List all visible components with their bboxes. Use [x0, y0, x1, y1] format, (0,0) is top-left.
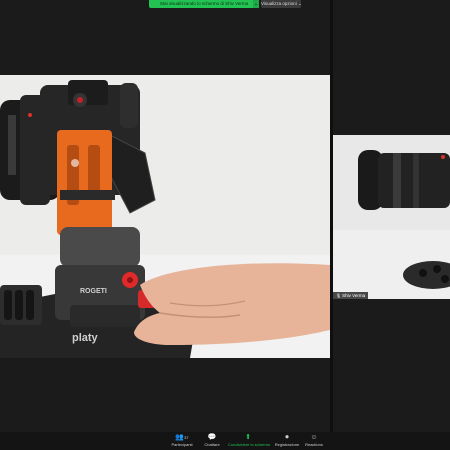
chat-label: Chattare: [204, 442, 220, 447]
reactions-label: Reactions: [305, 442, 323, 447]
share-screen-button[interactable]: ⬆ Condividere lo schermo: [228, 433, 271, 448]
participant-video-tile[interactable]: [333, 135, 450, 299]
mic-icon: 🎙: [336, 293, 342, 298]
rogeti-logo: ROGETI: [80, 288, 107, 295]
reactions-button[interactable]: ☺ Reactions: [294, 433, 334, 448]
participant-name-label: 🎙Shiv Verma: [333, 292, 369, 299]
main-video-feed: platy ROGETI: [0, 75, 330, 358]
participant-name: Shiv Verma: [342, 293, 366, 298]
chat-button[interactable]: 💬 Chattare: [192, 433, 232, 448]
view-options-button[interactable]: Visualizza opzioni ⌄: [261, 0, 302, 8]
share-screen-label: Condividere lo schermo: [228, 442, 271, 447]
share-screen-icon: ⬆: [245, 434, 251, 441]
screen-share-banner[interactable]: Stai visualizzando lo schermo di Shiv Ve…: [149, 0, 259, 8]
meeting-toolbar: 👥37 Partecipanti 💬 Chattare ⬆ Condivider…: [0, 432, 450, 450]
banner-chevron-icon[interactable]: ⌄: [253, 0, 259, 8]
camera-setup-image: platy ROGETI: [0, 75, 330, 358]
chat-icon: 💬: [207, 434, 217, 441]
platy-logo: platy: [72, 332, 99, 344]
reactions-icon: ☺: [310, 434, 318, 441]
participant-camera-image: [333, 135, 450, 299]
participants-count: 37: [184, 435, 189, 440]
